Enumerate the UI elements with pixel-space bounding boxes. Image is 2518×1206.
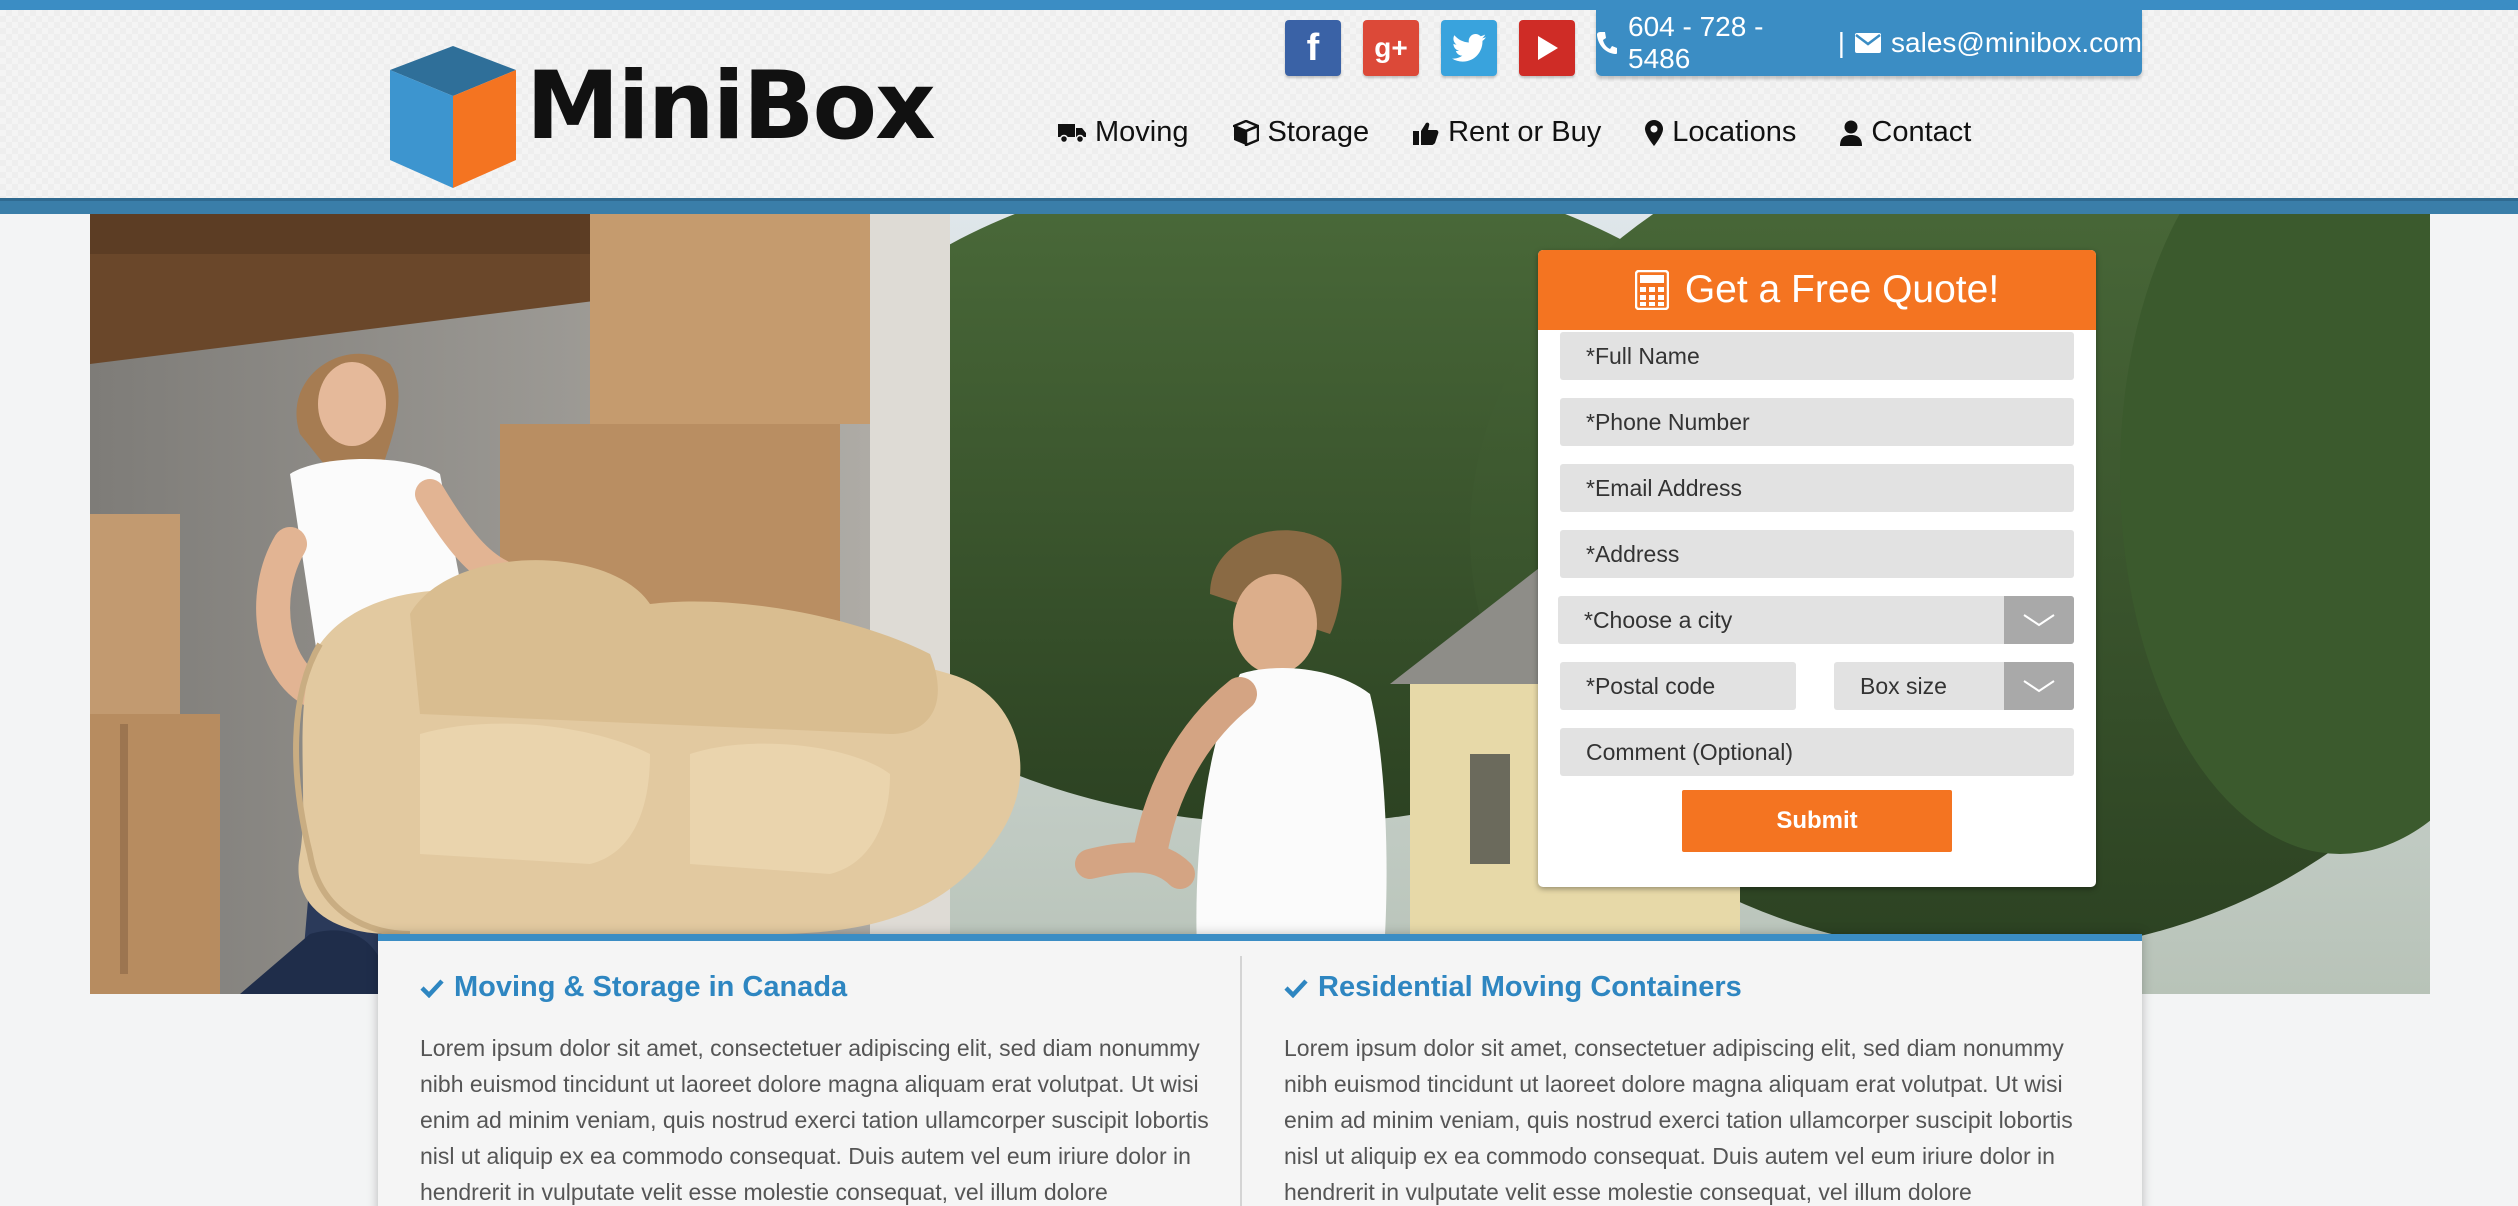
address-field[interactable]: *Address <box>1560 530 2074 578</box>
phone-placeholder: *Phone Number <box>1586 408 1750 435</box>
nav-label-rent-or-buy: Rent or Buy <box>1448 116 1602 148</box>
phone-icon <box>1596 31 1618 55</box>
truck-icon <box>1058 123 1086 143</box>
nav-item-storage[interactable]: Storage <box>1232 116 1370 149</box>
nav-label-locations: Locations <box>1672 116 1797 148</box>
contact-info-tab: 604 - 728 - 5486 | sales@minibox.com <box>1596 10 2142 76</box>
facebook-icon[interactable]: f <box>1285 20 1341 76</box>
postal-code-placeholder: *Postal code <box>1586 672 1716 699</box>
nav-item-moving[interactable]: Moving <box>1058 116 1189 149</box>
quote-form-title: Get a Free Quote! <box>1684 268 2000 311</box>
section-title-text: Moving & Storage in Canada <box>454 971 848 1003</box>
youtube-icon[interactable] <box>1519 20 1575 76</box>
section-title-text: Residential Moving Containers <box>1318 971 1742 1003</box>
comment-placeholder: Comment (Optional) <box>1586 738 1794 765</box>
section-body: Lorem ipsum dolor sit amet, consectetuer… <box>1284 1035 2073 1205</box>
section-body: Lorem ipsum dolor sit amet, consectetuer… <box>420 1035 1209 1205</box>
chevron-down-icon[interactable] <box>2004 596 2074 644</box>
google-plus-glyph: g+ <box>1374 32 1408 63</box>
phone-number[interactable]: 604 - 728 - 5486 <box>1628 11 1828 75</box>
social-links: f g+ <box>1285 20 1575 76</box>
nav-item-contact[interactable]: Contact <box>1840 116 1971 149</box>
nav-label-contact: Contact <box>1871 116 1972 148</box>
city-select[interactable]: *Choose a city <box>1558 596 2074 644</box>
twitter-icon[interactable] <box>1441 20 1497 76</box>
address-placeholder: *Address <box>1586 540 1680 567</box>
section-residential-containers: Residential Moving Containers Lorem ipsu… <box>1284 971 2084 1206</box>
box-icon <box>1232 119 1259 146</box>
section-moving-storage: Moving & Storage in Canada Lorem ipsum d… <box>420 971 1220 1206</box>
nav-label-storage: Storage <box>1267 116 1370 148</box>
email-address[interactable]: sales@minibox.com <box>1891 27 2142 59</box>
checkmark-icon <box>420 978 444 998</box>
column-divider <box>1240 956 1242 1206</box>
site-logo[interactable]: MiniBox <box>386 42 946 192</box>
full-name-placeholder: *Full Name <box>1586 342 1700 369</box>
contact-separator: | <box>1837 27 1846 58</box>
comment-field[interactable]: Comment (Optional) <box>1560 728 2074 776</box>
section-title: Residential Moving Containers <box>1284 971 2084 1004</box>
email-field[interactable]: *Email Address <box>1560 464 2074 512</box>
header-divider-bar <box>0 198 2518 214</box>
nav-label-moving: Moving <box>1095 116 1189 148</box>
user-icon <box>1840 120 1863 146</box>
map-marker-icon <box>1645 119 1664 146</box>
chevron-down-icon[interactable] <box>2004 662 2074 710</box>
quote-form-header: Get a Free Quote! <box>1538 250 2096 330</box>
thumbs-up-icon <box>1413 122 1439 145</box>
calculator-icon <box>1634 270 1669 310</box>
cube-logo-icon <box>390 46 516 188</box>
box-size-select[interactable]: Box size <box>1834 662 2074 710</box>
top-accent-strip <box>0 0 2518 10</box>
brand-name: MiniBox <box>526 52 936 161</box>
nav-item-locations[interactable]: Locations <box>1645 116 1796 149</box>
section-title: Moving & Storage in Canada <box>420 971 1220 1004</box>
nav-item-rent-or-buy[interactable]: Rent or Buy <box>1413 116 1601 149</box>
email-placeholder: *Email Address <box>1586 474 1742 501</box>
content-panel: Moving & Storage in Canada Lorem ipsum d… <box>378 934 2142 1206</box>
main-nav: Moving Storage Rent or Buy Locations Con… <box>1058 116 1971 149</box>
facebook-glyph: f <box>1306 26 1320 69</box>
city-select-value: *Choose a city <box>1584 606 1733 633</box>
box-size-value: Box size <box>1860 672 1947 699</box>
envelope-icon <box>1855 33 1882 53</box>
submit-button[interactable]: Submit <box>1682 790 1952 852</box>
postal-code-field[interactable]: *Postal code <box>1560 662 1796 710</box>
full-name-field[interactable]: *Full Name <box>1560 332 2074 380</box>
quote-form: Get a Free Quote! *Full Name *Phone Numb… <box>1538 250 2096 887</box>
checkmark-icon <box>1284 978 1308 998</box>
google-plus-icon[interactable]: g+ <box>1363 20 1419 76</box>
phone-field[interactable]: *Phone Number <box>1560 398 2074 446</box>
